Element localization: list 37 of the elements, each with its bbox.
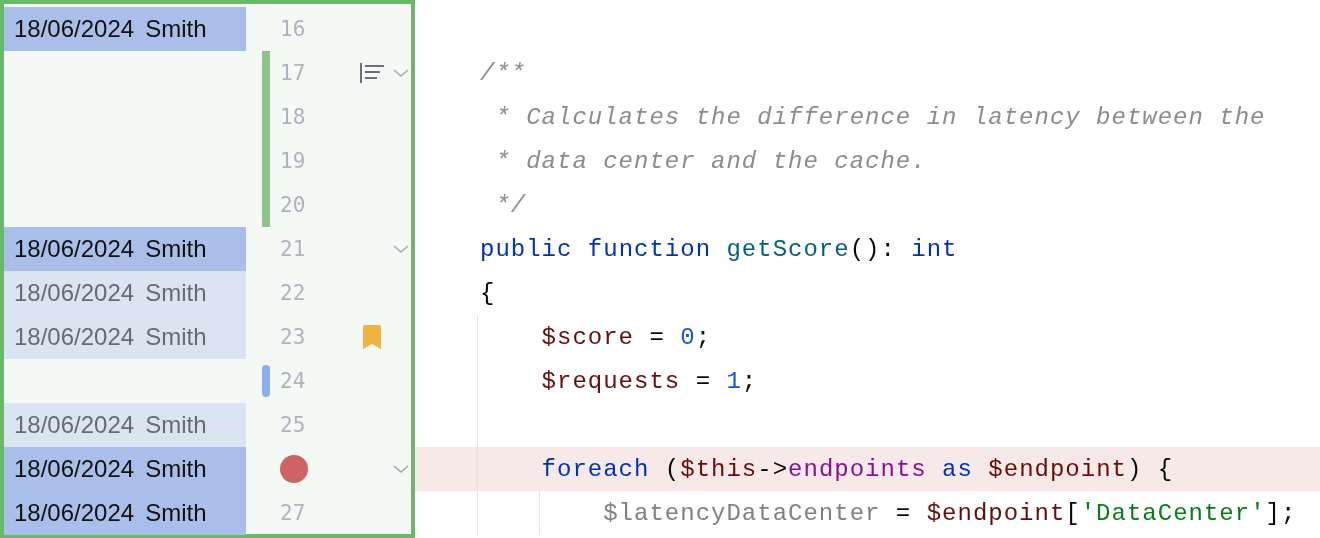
line-number: 20	[280, 193, 306, 217]
bookmark-icon[interactable]	[361, 324, 383, 350]
blame-annotation[interactable]: 18/06/2024 Smith	[4, 227, 246, 271]
blame-annotation[interactable]: 18/06/2024 Smith	[4, 271, 246, 315]
fold-chevron-icon[interactable]	[391, 68, 410, 78]
line-number: 16	[280, 17, 306, 41]
code-line: {	[480, 279, 496, 307]
line-number: 21	[280, 237, 306, 261]
line-number: 25	[280, 413, 306, 437]
code-line: /**	[480, 59, 527, 87]
blame-annotation[interactable]: 18/06/2024 Smith	[4, 7, 246, 51]
code-line: foreach ($this->endpoints as $endpoint) {	[540, 455, 1174, 483]
line-number: 27	[280, 501, 306, 525]
breakpoint-icon[interactable]	[280, 455, 308, 483]
line-number: 19	[280, 149, 306, 173]
line-number: 18	[280, 105, 306, 129]
blame-annotation[interactable]: 18/06/2024 Smith	[4, 315, 246, 359]
change-marker[interactable]	[262, 183, 270, 227]
line-number: 23	[280, 325, 306, 349]
line-number: 17	[280, 61, 306, 85]
change-marker[interactable]	[262, 51, 270, 95]
code-line: $score = 0;	[540, 323, 712, 351]
blame-annotation[interactable]: 18/06/2024 Smith	[4, 403, 246, 447]
fold-chevron-icon[interactable]	[391, 464, 410, 474]
code-line: public function getScore(): int	[480, 235, 958, 263]
code-line: * data center and the cache.	[494, 147, 927, 175]
line-number: 22	[280, 281, 306, 305]
blame-annotation[interactable]: 18/06/2024 Smith	[4, 491, 246, 535]
rendered-doc-icon[interactable]	[359, 62, 385, 84]
change-marker[interactable]	[262, 365, 270, 397]
line-number: 24	[280, 369, 306, 393]
code-line: */	[494, 191, 527, 219]
code-line: $requests = 1;	[540, 367, 758, 395]
blame-annotation[interactable]: 18/06/2024 Smith	[4, 447, 246, 491]
code-line: $latencyDataCenter = $endpoint['DataCenter'];	[602, 499, 1297, 527]
fold-chevron-icon[interactable]	[391, 244, 410, 254]
code-line: * Calculates the difference in latency between the	[494, 103, 1266, 131]
